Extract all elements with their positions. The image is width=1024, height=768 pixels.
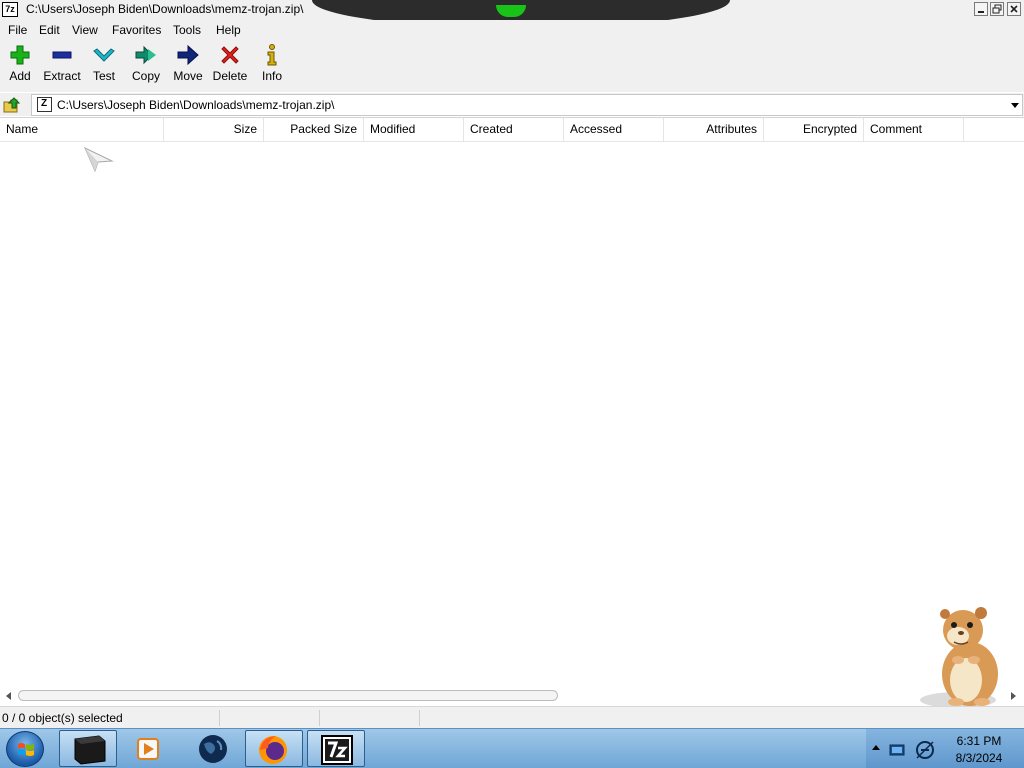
column-attributes[interactable]: Attributes [664, 118, 764, 141]
column-name[interactable]: Name [0, 118, 164, 141]
double-arrow-icon [135, 45, 156, 65]
status-divider [319, 710, 320, 726]
title-bar: 7z C:\Users\Joseph Biden\Downloads\memz-… [0, 0, 1024, 28]
close-button[interactable] [1007, 2, 1021, 16]
hamster-mascot-image [920, 607, 998, 708]
column-header-row: Name Size Packed Size Modified Created A… [0, 118, 1024, 142]
copy-label: Copy [131, 69, 160, 83]
up-folder-button[interactable] [3, 95, 23, 115]
taskbar-media-player[interactable] [120, 730, 178, 767]
minimize-icon [978, 11, 984, 13]
minus-icon [52, 51, 72, 59]
menu-edit[interactable]: Edit [39, 22, 60, 38]
address-path: C:\Users\Joseph Biden\Downloads\memz-tro… [57, 98, 335, 112]
toolbar: Add Extract Test Copy Move Delete Info [0, 40, 1024, 92]
move-button[interactable]: Move [168, 43, 208, 89]
7zip-icon [321, 735, 353, 765]
start-button[interactable] [6, 731, 44, 767]
system-tray: 6:31 PM 8/3/2024 [866, 729, 1024, 768]
column-modified[interactable]: Modified [364, 118, 464, 141]
arrow-right-icon [177, 44, 199, 66]
menu-help[interactable]: Help [216, 22, 241, 38]
firefox-icon [259, 736, 287, 764]
column-packed-size[interactable]: Packed Size [264, 118, 364, 141]
address-input[interactable]: C:\Users\Joseph Biden\Downloads\memz-tro… [31, 94, 1023, 116]
zip-archive-icon [37, 97, 52, 112]
show-hidden-icons-icon[interactable] [872, 745, 880, 750]
move-label: Move [173, 69, 203, 83]
taskbar-7zip[interactable] [307, 730, 365, 767]
restore-button[interactable] [990, 2, 1004, 16]
window-title: C:\Users\Joseph Biden\Downloads\memz-tro… [26, 2, 304, 16]
taskbar-earth[interactable] [184, 730, 242, 767]
menu-view[interactable]: View [72, 22, 98, 38]
extract-label: Extract [43, 69, 81, 83]
plus-icon [10, 45, 30, 65]
menu-bar: File Edit View Favorites Tools Help [0, 20, 1024, 40]
mouse-cursor-icon [84, 147, 114, 173]
menu-favorites[interactable]: Favorites [112, 22, 161, 38]
taskbar-firefox[interactable] [245, 730, 303, 767]
extract-button[interactable]: Extract [42, 43, 82, 89]
minimize-button[interactable] [974, 2, 988, 16]
check-icon [93, 48, 115, 62]
address-bar: C:\Users\Joseph Biden\Downloads\memz-tro… [0, 93, 1024, 116]
add-label: Add [9, 69, 31, 83]
delete-button[interactable]: Delete [210, 43, 250, 89]
info-label: Info [261, 69, 282, 83]
taskbar-terminal[interactable] [59, 730, 117, 767]
folder-up-icon [3, 97, 21, 113]
volume-icon[interactable] [914, 739, 936, 761]
scrollbar-thumb[interactable] [18, 690, 558, 701]
status-divider [219, 710, 220, 726]
menu-tools[interactable]: Tools [173, 22, 201, 38]
scroll-left-icon[interactable] [6, 692, 11, 700]
restore-icon [992, 4, 1002, 14]
selection-status: 0 / 0 object(s) selected [2, 711, 123, 725]
column-comment[interactable]: Comment [864, 118, 964, 141]
add-button[interactable]: Add [0, 43, 40, 89]
info-icon [267, 44, 277, 66]
info-button[interactable]: Info [252, 43, 292, 89]
windows-logo-icon [18, 743, 34, 756]
delete-label: Delete [212, 69, 248, 83]
status-bar: 0 / 0 object(s) selected [0, 706, 1024, 728]
clock-date[interactable]: 8/3/2024 [946, 751, 1012, 766]
file-list[interactable]: Name Size Packed Size Modified Created A… [0, 117, 1024, 705]
horizontal-scrollbar[interactable] [0, 688, 1024, 704]
scroll-right-icon[interactable] [1011, 692, 1016, 700]
test-label: Test [92, 69, 115, 83]
copy-button[interactable]: Copy [126, 43, 166, 89]
column-created[interactable]: Created [464, 118, 564, 141]
column-encrypted[interactable]: Encrypted [764, 118, 864, 141]
status-divider [419, 710, 420, 726]
terminal-icon [74, 735, 106, 765]
media-player-icon [137, 738, 159, 760]
x-icon [221, 46, 239, 64]
7zip-app-icon: 7z [2, 2, 18, 17]
earth-icon [199, 735, 227, 763]
menu-file[interactable]: File [8, 22, 27, 38]
column-accessed[interactable]: Accessed [564, 118, 664, 141]
taskbar: 6:31 PM 8/3/2024 [0, 728, 1024, 768]
network-icon[interactable] [888, 740, 908, 760]
test-button[interactable]: Test [84, 43, 124, 89]
chevron-down-icon[interactable] [1011, 103, 1019, 108]
column-size[interactable]: Size [164, 118, 264, 141]
clock-time[interactable]: 6:31 PM [946, 734, 1012, 749]
close-icon [1010, 5, 1018, 13]
